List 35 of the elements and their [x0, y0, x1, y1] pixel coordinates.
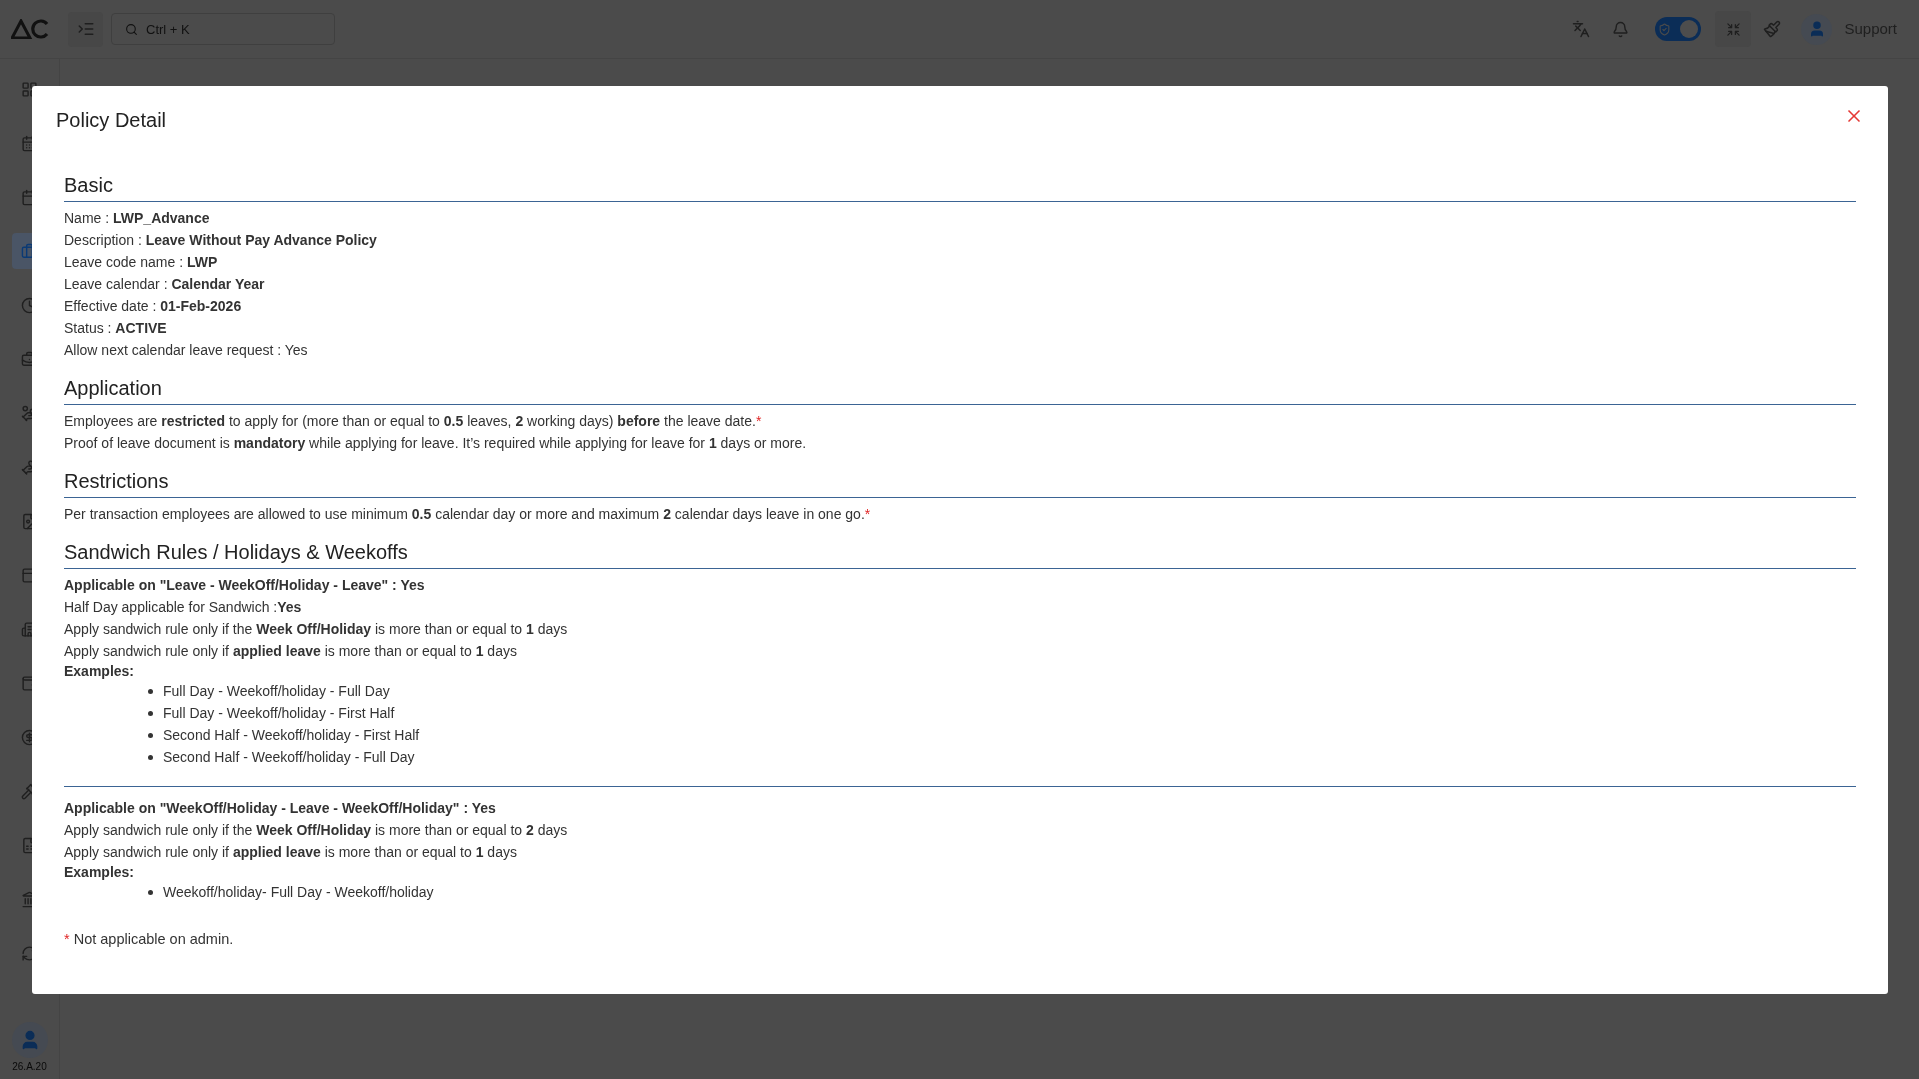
- section-heading: Application: [64, 373, 1856, 405]
- detail-text: Effective date : 01-Feb-2026: [64, 297, 242, 316]
- search-field[interactable]: Ctrl + K: [111, 13, 335, 45]
- required-mark: *: [755, 412, 762, 431]
- detail-text: Leave calendar : Calendar Year: [64, 275, 265, 294]
- example-text: Second Half - Weekoff/holiday - First Half: [163, 726, 420, 745]
- detail-text: Apply sandwich rule only if the Week Off/Holiday is more than or equal to 2 days: [64, 821, 568, 840]
- example-text: Full Day - Weekoff/holiday - Full Day: [163, 682, 390, 701]
- examples-label: Examples:: [64, 863, 135, 881]
- detail-text: Apply sandwich rule only if applied leave is more than or equal to 1 days: [64, 642, 517, 661]
- detail-text: Description : Leave Without Pay Advance Policy: [64, 231, 377, 250]
- detail-text: Employees are restricted to apply for (more than or equal to 0.5 leaves, 2 working days) before the leave date.: [64, 412, 756, 431]
- detail-text: Name : LWP_Advance: [64, 209, 210, 228]
- footnote-text: Not applicable on admin.: [73, 930, 234, 949]
- examples-label: Examples:: [64, 662, 135, 680]
- detail-text: Leave code name : LWP: [64, 253, 218, 272]
- detail-text: Per transaction employees are allowed to use minimum 0.5 calendar day or more and maximum 2 calendar days leave in one go.: [64, 505, 865, 524]
- section-heading: Sandwich Rules / Holidays & Weekoffs: [64, 537, 1856, 569]
- detail-text: Applicable on "Leave - WeekOff/Holiday - Leave" : Yes: [64, 576, 425, 595]
- detail-text: Status : ACTIVE: [64, 319, 167, 338]
- dialog-title: Policy Detail: [56, 108, 167, 133]
- detail-text: Proof of leave document is mandatory while applying for leave. It’s required while applying for leave for 1 days or more.: [64, 434, 807, 453]
- detail-text: Allow next calendar leave request : Yes: [64, 341, 308, 360]
- required-mark: *: [864, 505, 871, 524]
- example-text: Weekoff/holiday- Full Day - Weekoff/holiday: [163, 883, 434, 902]
- example-text: Second Half - Weekoff/holiday - Full Day: [163, 748, 415, 767]
- detail-text: Half Day applicable for Sandwich :Yes: [64, 598, 302, 617]
- section-heading: Restrictions: [64, 466, 1856, 498]
- detail-text: Apply sandwich rule only if the Week Off/Holiday is more than or equal to 1 days: [64, 620, 568, 639]
- version-text: 26.A.20: [12, 1061, 47, 1073]
- example-text: Full Day - Weekoff/holiday - First Half: [163, 704, 395, 723]
- section-heading: Basic: [64, 170, 1856, 202]
- detail-text: Apply sandwich rule only if applied leave is more than or equal to 1 days: [64, 843, 517, 862]
- required-mark: *: [64, 930, 70, 949]
- detail-text: Applicable on "WeekOff/Holiday - Leave - WeekOff/Holiday" : Yes: [64, 799, 496, 818]
